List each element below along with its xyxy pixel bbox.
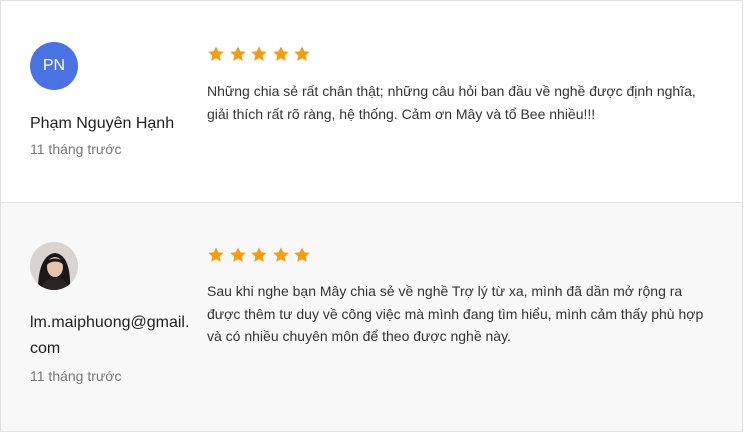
star-rating — [207, 45, 311, 63]
review-author-name: Phạm Nguyên Hạnh — [30, 115, 175, 132]
star-icon — [251, 247, 267, 262]
review-time: 11 tháng trước — [30, 368, 122, 384]
review-text: Những chia sẻ rất chân thật; những câu h… — [207, 83, 696, 122]
avatar-photo — [30, 242, 78, 290]
review-time: 11 tháng trước — [30, 141, 122, 157]
star-icon — [272, 46, 289, 61]
avatar: PN — [30, 42, 78, 90]
star-icon — [208, 46, 224, 61]
star-icon — [229, 46, 246, 61]
avatar — [30, 242, 78, 290]
star-rating — [207, 246, 311, 264]
review-text: Sau khi nghe bạn Mây chia sẻ về nghề Trợ… — [207, 283, 704, 344]
star-icon — [208, 247, 224, 262]
review-card: lm.maiphuong@gmail.com 11 tháng trước Sa… — [0, 202, 743, 432]
star-icon — [294, 247, 310, 262]
star-icon — [294, 46, 310, 61]
star-icon — [229, 247, 246, 262]
review-author-name: lm.maiphuong@gmail.com — [30, 314, 190, 357]
star-icon — [272, 247, 289, 262]
star-icon — [251, 46, 267, 61]
review-card: PN Phạm Nguyên Hạnh 11 tháng trước Những… — [0, 0, 743, 203]
